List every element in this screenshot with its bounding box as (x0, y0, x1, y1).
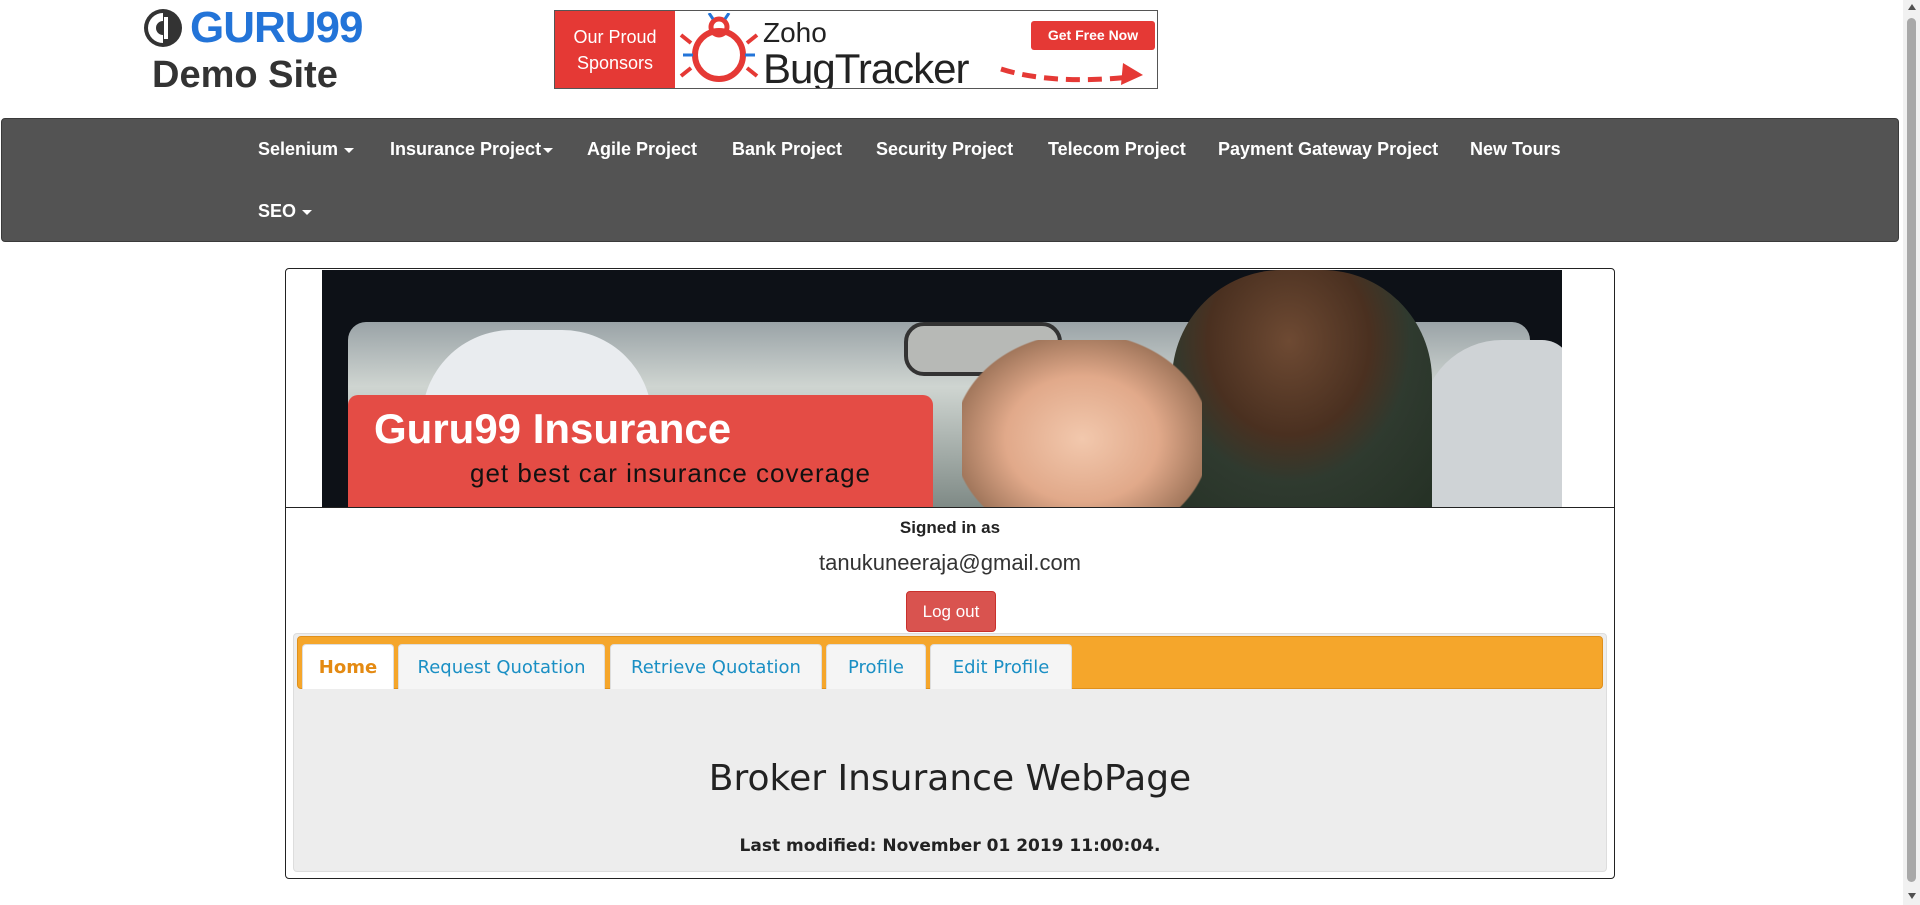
nav-item-agile-project[interactable]: Agile Project (587, 139, 697, 160)
nav-item-bank-project[interactable]: Bank Project (732, 139, 842, 160)
insurance-panel: Guru99 Insurance get best car insurance … (285, 268, 1615, 879)
signed-in-label: Signed in as (899, 518, 1001, 537)
sponsor-product: BugTracker (763, 45, 970, 89)
nav-item-selenium[interactable]: Selenium (258, 139, 355, 160)
nav-item-label: Insurance Project (390, 139, 542, 159)
nav-item-label: SEO (258, 201, 297, 221)
scrollbar-thumb[interactable] (1907, 18, 1916, 882)
get-free-now-button[interactable]: Get Free Now (1031, 21, 1155, 50)
banner-divider (286, 507, 1614, 508)
tab-content-area: Home Request Quotation Retrieve Quotatio… (293, 633, 1607, 872)
insurance-banner: Guru99 Insurance get best car insurance … (322, 270, 1562, 507)
nav-item-label: Selenium (258, 139, 339, 159)
caret-down-icon (543, 147, 554, 153)
last-modified-text: Last modified: November 01 2019 11:00:04… (739, 836, 1161, 856)
bug-icon (679, 13, 759, 82)
scroll-up-arrow-icon[interactable] (1908, 4, 1916, 10)
signed-in-email: tanukuneeraja@gmail.com (818, 550, 1082, 575)
sponsor-label: Our Proud Sponsors (555, 11, 675, 88)
logo-wordmark: GURU99 (190, 3, 363, 52)
banner-tagline: get best car insurance coverage (470, 458, 871, 488)
dashed-arrow-icon (1000, 63, 1143, 85)
nav-item-telecom-project[interactable]: Telecom Project (1048, 139, 1186, 160)
page-title: Broker Insurance WebPage (708, 758, 1192, 799)
banner-photo-man (1172, 270, 1432, 507)
banner-photo-woman (962, 340, 1202, 507)
nav-item-payment-gateway-project[interactable]: Payment Gateway Project (1218, 139, 1438, 160)
sponsor-label-line1: Our Proud (573, 26, 657, 47)
caret-down-icon (302, 209, 313, 215)
vertical-scrollbar[interactable] (1903, 0, 1920, 905)
banner-title: Guru99 Insurance (374, 405, 732, 452)
logo-subtitle: Demo Site (152, 54, 338, 96)
nav-item-security-project[interactable]: Security Project (876, 139, 1013, 160)
sponsor-banner[interactable]: Our Proud Sponsors Zoho BugTracker Get F… (554, 10, 1158, 89)
sponsor-label-line2: Sponsors (576, 52, 654, 73)
guru99-logo-icon (144, 9, 182, 47)
nav-item-seo[interactable]: SEO (258, 201, 313, 222)
logout-button[interactable]: Log out (906, 591, 996, 632)
nav-item-new-tours[interactable]: New Tours (1470, 139, 1561, 160)
tab-request-quotation[interactable]: Request Quotation (398, 644, 605, 689)
main-navbar: Selenium Insurance Project Agile Project… (1, 118, 1899, 242)
tab-retrieve-quotation[interactable]: Retrieve Quotation (610, 644, 822, 689)
nav-item-insurance-project[interactable]: Insurance Project (390, 139, 554, 160)
logo-top: GURU99 (142, 6, 363, 50)
caret-down-icon (344, 147, 355, 153)
scroll-down-arrow-icon[interactable] (1908, 893, 1916, 899)
site-logo[interactable]: GURU99 Demo Site (140, 4, 370, 104)
banner-car-seat-right (1422, 340, 1562, 507)
tab-edit-profile[interactable]: Edit Profile (930, 644, 1072, 689)
tab-bar: Home Request Quotation Retrieve Quotatio… (297, 636, 1603, 689)
tab-profile[interactable]: Profile (826, 644, 926, 689)
tab-home[interactable]: Home (302, 644, 394, 689)
